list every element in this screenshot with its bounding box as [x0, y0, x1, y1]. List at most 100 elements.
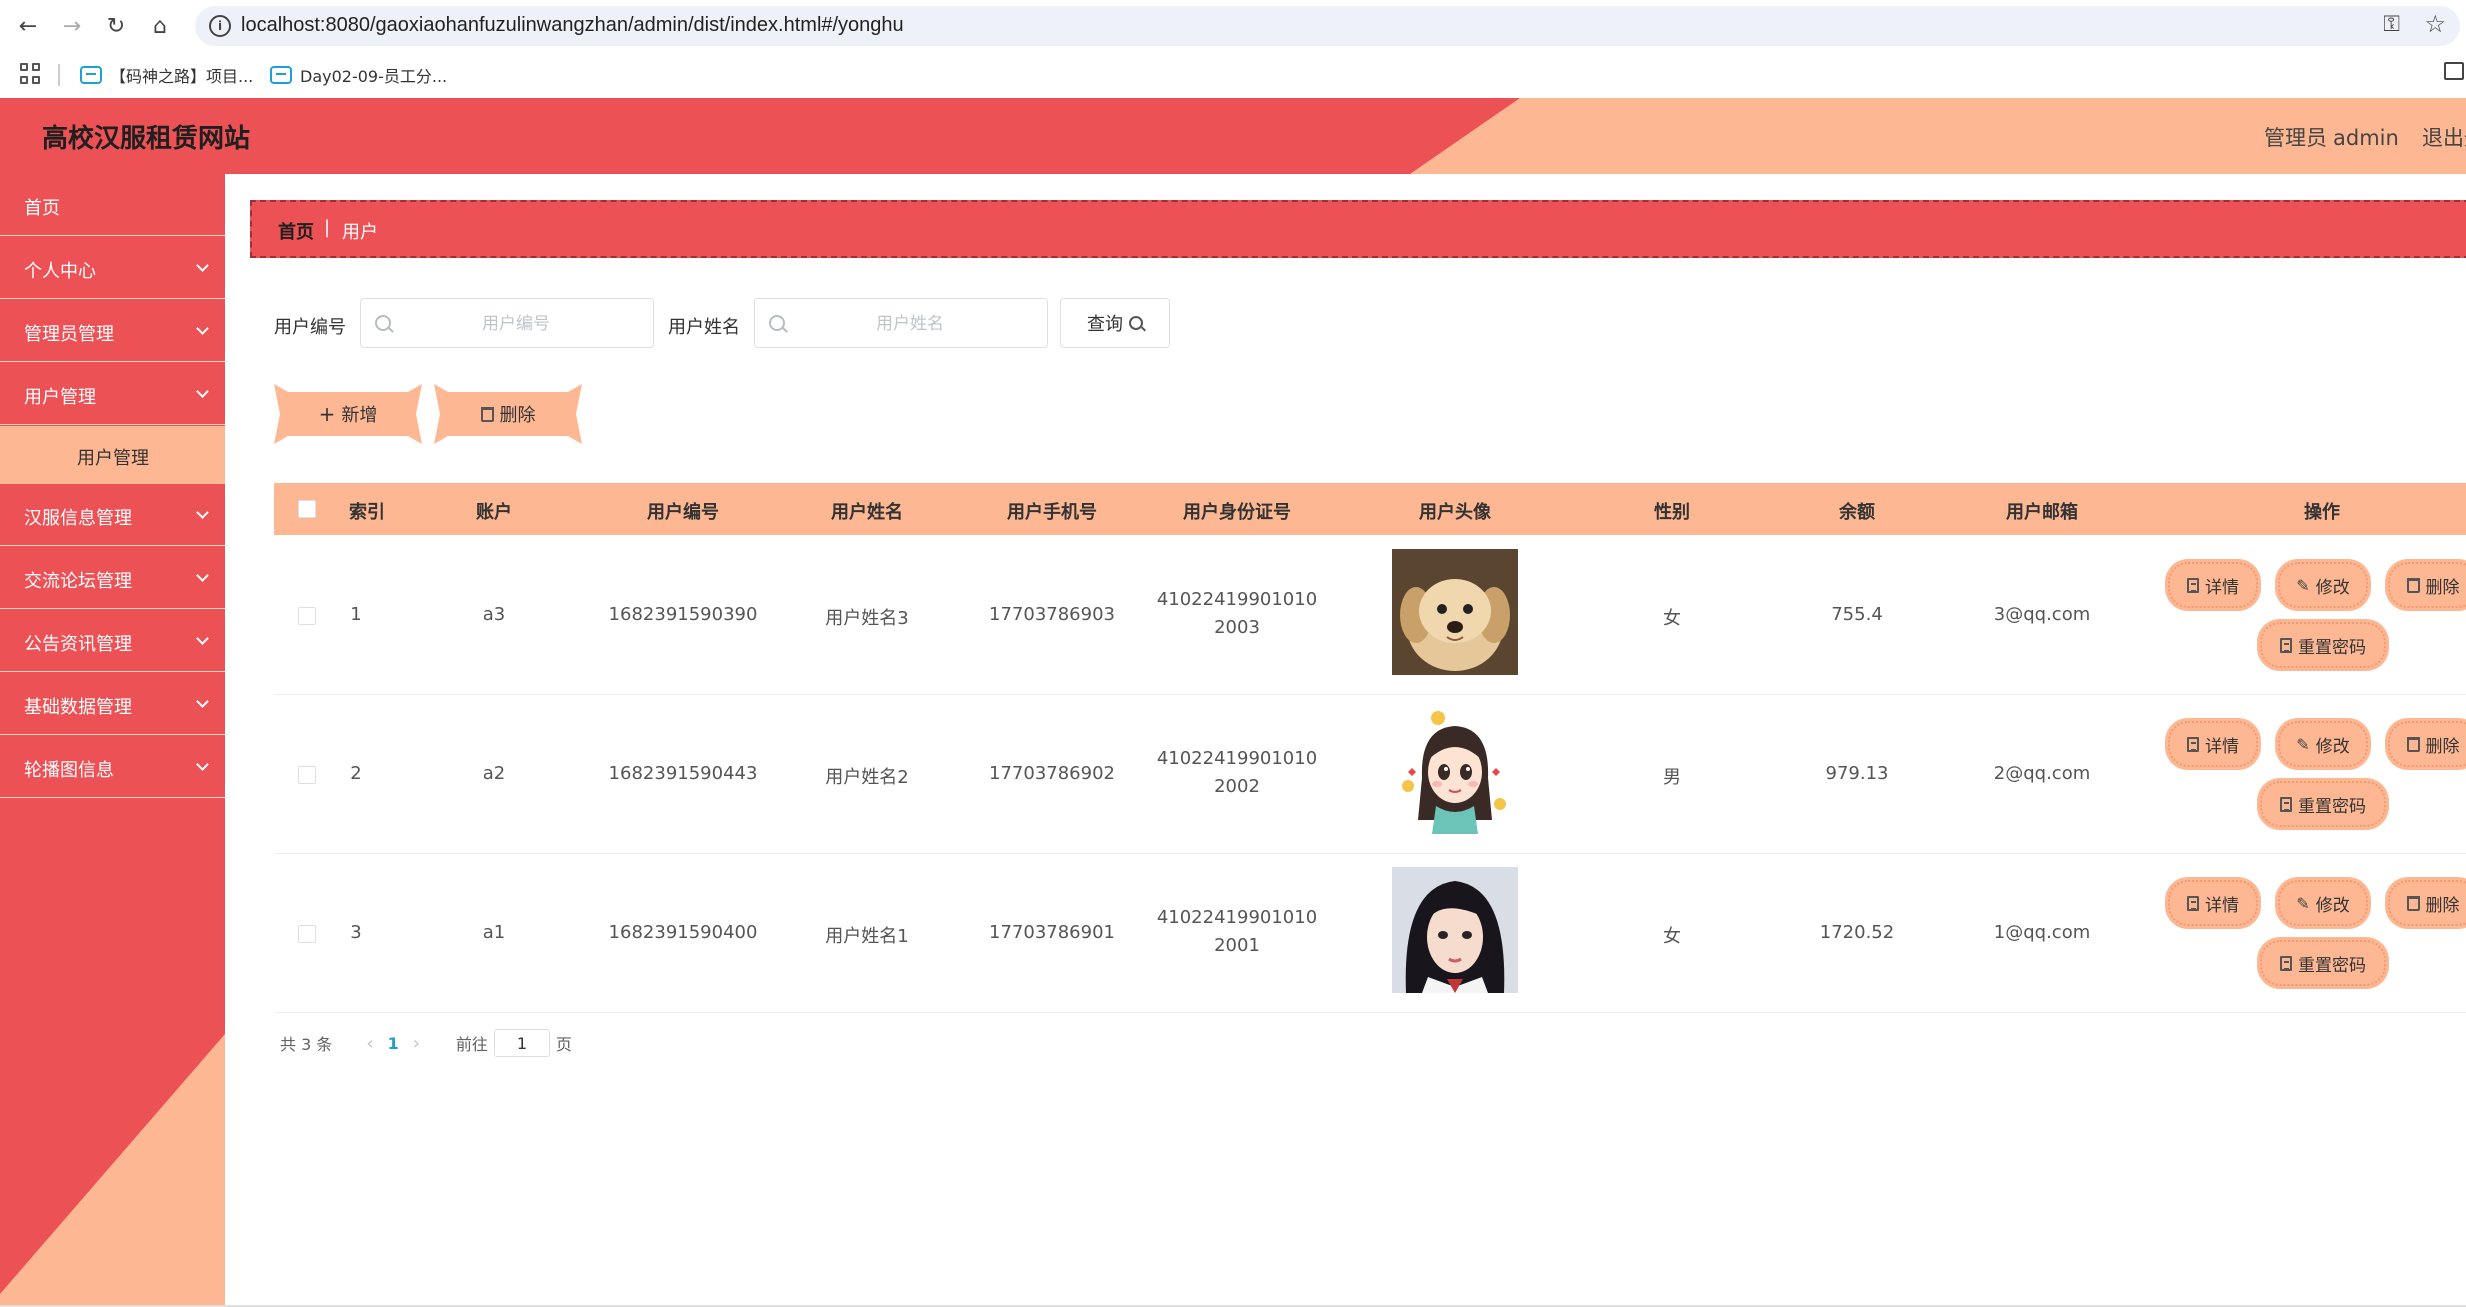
query-button[interactable]: 查询 [1060, 298, 1170, 348]
detail-button[interactable]: 详情 [2168, 562, 2258, 608]
chevron-right-icon[interactable]: › [413, 1033, 420, 1054]
sidebar-item-label: 汉服信息管理 [24, 508, 132, 529]
cell-id-card: 410224199010102001 [1156, 907, 1318, 956]
delete-button[interactable]: 删除 [434, 384, 582, 444]
row-checkbox[interactable] [298, 925, 316, 943]
edit-button[interactable]: ✎ 修改 [2278, 721, 2368, 767]
logout-link[interactable]: 退出登 [2422, 122, 2466, 152]
detail-button[interactable]: 详情 [2168, 721, 2258, 767]
cell-index: 2 [350, 763, 362, 784]
column-header: 索引 [349, 502, 385, 523]
bilibili-icon [80, 66, 102, 84]
edit-label: 修改 [2315, 577, 2350, 598]
pagination-goto-input[interactable] [493, 1029, 550, 1057]
document-icon [2280, 637, 2292, 653]
sidebar-item-carousel[interactable]: 轮播图信息 [0, 736, 225, 798]
cell-index: 1 [350, 604, 362, 625]
user-no-search[interactable] [360, 298, 654, 348]
chevron-down-icon [196, 695, 209, 708]
username: admin [2333, 126, 2399, 150]
table-header: 索引 账户 用户编号 用户姓名 用户手机号 用户身份证号 用户头像 性别 余额 … [274, 483, 2466, 535]
chevron-down-icon [196, 569, 209, 582]
add-button[interactable]: + 新增 [274, 384, 422, 444]
bookmark-item[interactable]: Day02-09-员工分... [270, 62, 447, 88]
home-icon[interactable]: ⌂ [144, 10, 176, 42]
cell-user-no: 1682391590400 [608, 922, 758, 943]
row-delete-label: 删除 [2425, 895, 2460, 916]
sidebar-item-label: 轮播图信息 [24, 760, 114, 781]
sidebar-item-admin-management[interactable]: 管理员管理 [0, 300, 225, 362]
sidebar-item-user-management[interactable]: 用户管理 [0, 363, 225, 425]
reset-password-button[interactable]: 重置密码 [2260, 940, 2386, 986]
search-icon [1129, 316, 1143, 330]
select-all-checkbox[interactable] [298, 500, 316, 518]
bookmark-item[interactable]: 【码神之路】项目... [80, 62, 253, 88]
edit-button[interactable]: ✎ 修改 [2278, 562, 2368, 608]
apps-grid-icon[interactable] [20, 63, 42, 85]
bookmark-star-icon[interactable]: ☆ [2424, 10, 2446, 38]
pagination-goto-suffix: 页 [555, 1035, 572, 1054]
edit-label: 修改 [2315, 895, 2350, 916]
chevron-down-icon [196, 506, 209, 519]
cell-email: 2@qq.com [1993, 763, 2091, 784]
cartoon-girl-avatar[interactable] [1392, 708, 1518, 834]
sidebar-item-home[interactable]: 首页 [0, 174, 225, 236]
row-delete-button[interactable]: 删除 [2388, 562, 2466, 608]
bookmarks-folder-icon[interactable] [2444, 62, 2464, 80]
column-header: 操作 [2304, 502, 2340, 523]
detail-button[interactable]: 详情 [2168, 880, 2258, 926]
edit-button[interactable]: ✎ 修改 [2278, 880, 2368, 926]
search-icon [375, 315, 391, 331]
cell-account: a1 [482, 922, 506, 943]
document-icon [2280, 796, 2292, 812]
back-icon[interactable]: ← [12, 10, 44, 42]
document-icon [2187, 736, 2199, 752]
column-header: 性别 [1654, 502, 1690, 523]
table-row: 3 a1 1682391590400 用户姓名1 17703786901 410… [274, 854, 2466, 1013]
sidebar-item-news-management[interactable]: 公告资讯管理 [0, 610, 225, 672]
pagination: 共 3 条 ‹ 1 › 前往 页 [280, 1028, 572, 1058]
sidebar-item-label: 管理员管理 [24, 324, 114, 345]
pagination-page[interactable]: 1 [388, 1034, 399, 1053]
sidebar-item-hanfu-management[interactable]: 汉服信息管理 [0, 484, 225, 546]
row-checkbox[interactable] [298, 766, 316, 784]
column-header: 余额 [1839, 502, 1875, 523]
chevron-left-icon[interactable]: ‹ [366, 1033, 373, 1054]
cell-phone: 17703786901 [989, 922, 1115, 943]
reset-password-button[interactable]: 重置密码 [2260, 622, 2386, 668]
sidebar-item-forum-management[interactable]: 交流论坛管理 [0, 547, 225, 609]
chevron-down-icon [196, 758, 209, 771]
url-text[interactable]: localhost:8080/gaoxiaohanfuzulinwangzhan… [241, 14, 904, 37]
pagination-total: 共 3 条 [280, 1035, 333, 1054]
forward-icon[interactable]: → [56, 10, 88, 42]
table-row: 1 a3 1682391590390 用户姓名3 17703786903 410… [274, 536, 2466, 695]
reset-password-button[interactable]: 重置密码 [2260, 781, 2386, 827]
cell-name: 用户姓名2 [825, 767, 909, 788]
photo-girl-avatar[interactable] [1392, 867, 1518, 993]
user-name-label: 用户姓名 [668, 317, 740, 338]
bookmark-label: 【码神之路】项目... [110, 67, 254, 86]
user-no-input[interactable] [401, 311, 631, 337]
row-checkbox[interactable] [298, 607, 316, 625]
detail-label: 详情 [2205, 577, 2239, 598]
column-header: 用户身份证号 [1183, 502, 1291, 523]
key-icon[interactable]: ⚿ [2383, 12, 2400, 37]
sidebar-item-label: 交流论坛管理 [24, 571, 132, 592]
row-delete-button[interactable]: 删除 [2388, 880, 2466, 926]
sidebar-item-personal-center[interactable]: 个人中心 [0, 237, 225, 299]
sidebar-subitem-user-management[interactable]: 用户管理 [0, 426, 225, 484]
column-header: 账户 [476, 502, 512, 523]
column-header: 用户编号 [647, 502, 719, 523]
puppy-avatar[interactable] [1392, 549, 1518, 675]
address-bar[interactable]: i localhost:8080/gaoxiaohanfuzulinwangzh… [195, 6, 2460, 46]
user-name-search[interactable] [754, 298, 1048, 348]
site-info-icon[interactable]: i [209, 15, 231, 37]
cell-email: 1@qq.com [1993, 922, 2091, 943]
user-name-input[interactable] [795, 311, 1025, 337]
breadcrumb-current: 用户 [342, 222, 378, 243]
sidebar-item-basic-data[interactable]: 基础数据管理 [0, 673, 225, 735]
bookmark-label: Day02-09-员工分... [300, 67, 448, 86]
reload-icon[interactable]: ↻ [100, 10, 132, 42]
row-delete-button[interactable]: 删除 [2388, 721, 2466, 767]
breadcrumb-home[interactable]: 首页 [278, 218, 314, 244]
